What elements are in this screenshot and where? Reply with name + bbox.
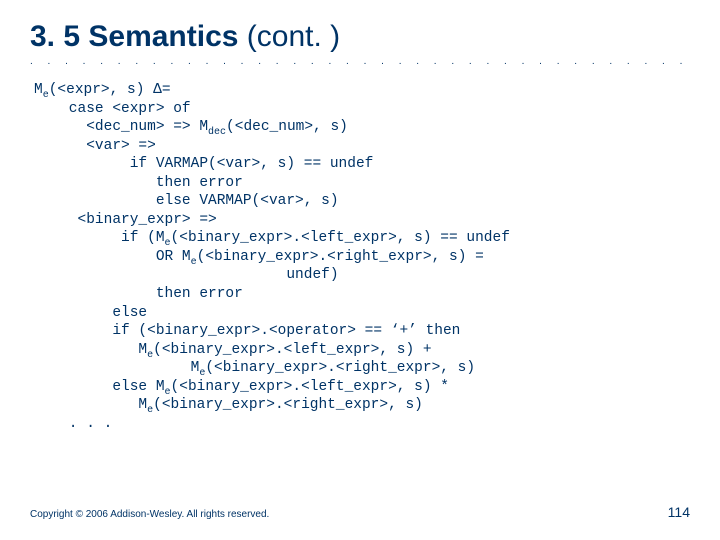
code-line: then error	[34, 286, 243, 302]
copyright-text: Copyright © 2006 Addison-Wesley. All rig…	[30, 509, 269, 520]
code-line: <var> =>	[34, 138, 156, 154]
page-number: 114	[668, 504, 690, 520]
code-line: if (Me(<binary_expr>.<left_expr>, s) == …	[34, 230, 510, 246]
code-line: if (<binary_expr>.<operator> == ‘+’ then	[34, 323, 460, 339]
slide: 3. 5 Semantics (cont. ) . . . . . . . . …	[0, 0, 720, 540]
code-line: Me(<binary_expr>.<left_expr>, s) +	[34, 342, 432, 358]
slide-title: 3. 5 Semantics (cont. )	[30, 20, 690, 54]
title-cont: (cont. )	[247, 20, 340, 53]
title-main: 3. 5 Semantics	[30, 20, 247, 53]
code-line: then error	[34, 175, 243, 191]
code-line: undef)	[34, 267, 339, 283]
semantics-code-block: Me(<expr>, s) Δ= case <expr> of <dec_num…	[34, 81, 690, 433]
code-line: Me(<binary_expr>.<right_expr>, s)	[34, 397, 423, 413]
code-line: else Me(<binary_expr>.<left_expr>, s) *	[34, 379, 449, 395]
code-line: else	[34, 305, 147, 321]
code-line: if VARMAP(<var>, s) == undef	[34, 156, 373, 172]
code-line: OR Me(<binary_expr>.<right_expr>, s) =	[34, 249, 484, 265]
code-line: <dec_num> => Mdec(<dec_num>, s)	[34, 119, 348, 135]
code-line: Me(<binary_expr>.<right_expr>, s)	[34, 360, 475, 376]
title-underline-dots: . . . . . . . . . . . . . . . . . . . . …	[30, 56, 690, 67]
code-line: . . .	[34, 416, 112, 432]
code-line: case <expr> of	[34, 101, 191, 117]
code-line: <binary_expr> =>	[34, 212, 217, 228]
footer: Copyright © 2006 Addison-Wesley. All rig…	[30, 504, 690, 520]
code-line: Me(<expr>, s) Δ=	[34, 82, 171, 98]
code-line: else VARMAP(<var>, s)	[34, 193, 339, 209]
